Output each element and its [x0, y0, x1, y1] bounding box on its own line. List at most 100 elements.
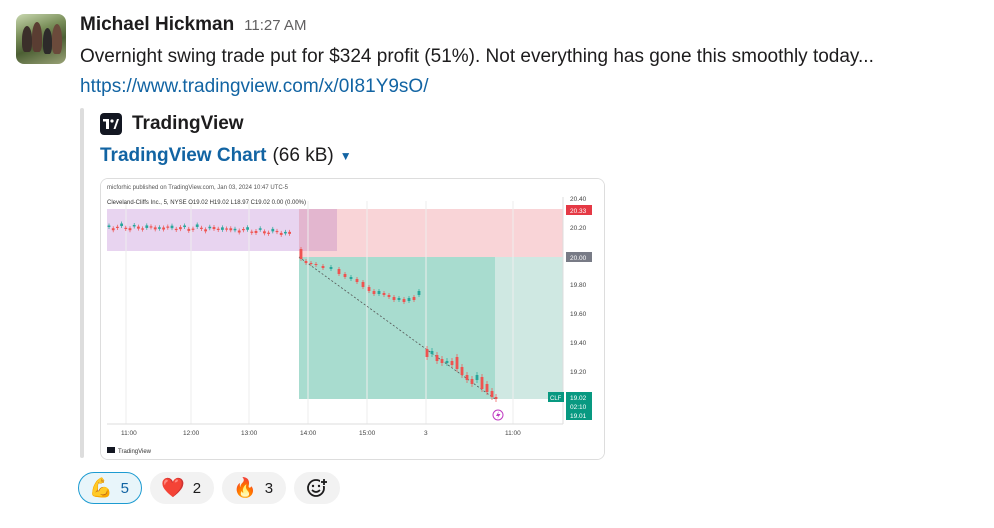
candle [288, 231, 291, 234]
message-text: Overnight swing trade put for $324 profi… [80, 46, 874, 67]
footer-brand-text: TradingView [118, 449, 152, 455]
candle [314, 264, 318, 265]
candle [120, 223, 123, 227]
candle [402, 299, 406, 302]
candle [284, 231, 287, 234]
avatar[interactable] [16, 14, 66, 64]
candle [225, 228, 228, 230]
candle [179, 227, 182, 230]
candle [208, 226, 212, 229]
add-reaction-button[interactable] [294, 472, 341, 504]
candle [465, 375, 469, 380]
candle [170, 225, 174, 229]
unfurl-title-link[interactable]: TradingView Chart [100, 145, 266, 167]
unfurl-title: TradingView Chart (66 kB) ▼ [100, 145, 352, 167]
candle [263, 231, 266, 234]
candle [221, 227, 224, 230]
candle [233, 228, 237, 231]
candle [271, 228, 275, 232]
candle [445, 361, 449, 363]
candle [153, 227, 157, 230]
candle [279, 232, 283, 235]
candle [470, 379, 474, 384]
time-label: 3 [424, 430, 428, 437]
candle [475, 375, 479, 380]
candle [183, 225, 186, 228]
candle [246, 227, 249, 230]
reaction-fire[interactable]: 🔥 3 [222, 472, 287, 504]
candle [116, 226, 119, 228]
unfurl-accent-bar [80, 108, 84, 458]
candle [166, 226, 170, 228]
message-header: Michael Hickman 11:27 AM [80, 14, 306, 36]
candle [111, 228, 115, 231]
add-emoji-icon [307, 478, 329, 497]
candle [250, 231, 254, 233]
entry-badge-text: 20.00 [570, 255, 587, 262]
price-label: 19.20 [570, 369, 587, 376]
candle [200, 227, 203, 229]
candle [337, 269, 341, 274]
sender-name[interactable]: Michael Hickman [80, 14, 234, 36]
candle [494, 397, 498, 399]
time-label: 13:00 [241, 430, 258, 437]
reaction-count: 5 [120, 479, 130, 497]
candle [367, 287, 371, 291]
candle [485, 384, 489, 392]
time-label: 11:00 [121, 430, 137, 437]
candle [355, 279, 359, 282]
candle [187, 228, 191, 231]
candle [162, 227, 165, 230]
candle [267, 232, 270, 234]
ticker-badge-text: CLF [550, 396, 562, 402]
candle [191, 228, 195, 230]
fire-icon: 🔥 [233, 476, 257, 499]
price-label: 20.40 [570, 196, 587, 203]
last-price-text: 19.02 [570, 395, 587, 402]
candle [137, 226, 140, 229]
candle [430, 351, 434, 354]
candle [480, 377, 484, 389]
candle [216, 228, 220, 230]
candle [412, 297, 416, 300]
candle [321, 266, 325, 268]
countdown-text: 02:10 [570, 404, 587, 411]
candle [174, 228, 178, 231]
candle [387, 295, 391, 297]
candle [417, 291, 421, 295]
candle [158, 227, 161, 229]
chart-ohlc-line: Cleveland-Cliffs Inc., 5, NYSE O19.02 H1… [107, 200, 306, 206]
candle [361, 282, 365, 287]
candle [229, 228, 233, 231]
candle [382, 293, 386, 295]
candle [309, 263, 313, 264]
chart-image[interactable]: micforhic published on TradingView.com, … [100, 178, 605, 460]
candle [242, 228, 245, 231]
candle [304, 261, 308, 263]
message-timestamp[interactable]: 11:27 AM [244, 17, 306, 34]
price-label: 19.80 [570, 282, 587, 289]
candle [149, 226, 153, 228]
candle [435, 355, 439, 361]
candle [397, 298, 401, 300]
message-link[interactable]: https://www.tradingview.com/x/0I81Y9sO/ [80, 76, 429, 98]
time-label: 11:00 [505, 430, 521, 437]
candle [425, 349, 429, 357]
chevron-down-icon[interactable]: ▼ [340, 149, 352, 163]
candle [195, 224, 199, 227]
reaction-red-heart[interactable]: ❤️ 2 [150, 472, 215, 504]
candle [377, 291, 381, 294]
candle [141, 228, 144, 230]
candle [258, 228, 262, 230]
candle [372, 291, 376, 294]
reactions-bar: 💪 5 ❤️ 2 🔥 3 [78, 472, 341, 504]
reaction-flexed-biceps[interactable]: 💪 5 [78, 472, 143, 504]
candle [204, 229, 207, 232]
candle [455, 357, 459, 369]
price-label: 19.40 [570, 340, 587, 347]
candle [392, 297, 396, 300]
candle [132, 224, 136, 227]
candle [212, 227, 216, 230]
time-label: 14:00 [300, 430, 317, 437]
candle [440, 359, 444, 363]
